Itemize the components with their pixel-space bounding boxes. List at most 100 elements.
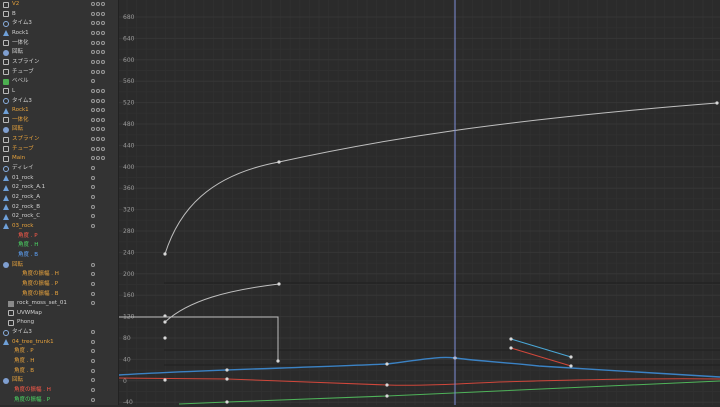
layer-dot-icon[interactable] <box>91 88 95 93</box>
visibility-toggles[interactable] <box>91 88 105 93</box>
visibility-toggles[interactable] <box>91 2 105 6</box>
eye-icon[interactable] <box>96 137 100 142</box>
layer-dot-icon[interactable] <box>91 127 95 132</box>
tree-row[interactable]: 02_rock_A <box>0 193 118 202</box>
visibility-toggles[interactable] <box>91 291 95 296</box>
layer-dot-icon[interactable] <box>91 339 95 344</box>
layer-dot-icon[interactable] <box>91 388 95 392</box>
layer-dot-icon[interactable] <box>91 156 95 161</box>
layer-dot-icon[interactable] <box>91 69 95 74</box>
tree-row[interactable]: B <box>0 10 118 19</box>
eye-icon[interactable] <box>96 2 100 6</box>
tree-row[interactable]: 角度 . P <box>0 232 118 241</box>
curve-canvas[interactable]: 6806406005605204804404003603202802402001… <box>118 0 720 406</box>
check-icon[interactable] <box>101 69 105 74</box>
layer-dot-icon[interactable] <box>91 98 95 103</box>
visibility-toggles[interactable] <box>91 185 95 190</box>
visibility-toggles[interactable] <box>91 79 95 84</box>
keyframe-point[interactable] <box>276 359 280 363</box>
visibility-toggles[interactable] <box>91 146 105 151</box>
tree-row[interactable]: ベベル <box>0 77 118 86</box>
layer-dot-icon[interactable] <box>91 59 95 64</box>
tree-row[interactable]: Rock1 <box>0 29 118 38</box>
layer-dot-icon[interactable] <box>91 368 95 373</box>
tree-row[interactable]: スプライン <box>0 135 118 144</box>
visibility-toggles[interactable] <box>91 98 105 103</box>
visibility-toggles[interactable] <box>91 397 95 402</box>
eye-icon[interactable] <box>96 21 100 26</box>
check-icon[interactable] <box>101 127 105 132</box>
visibility-toggles[interactable] <box>91 378 95 383</box>
check-icon[interactable] <box>101 2 105 6</box>
visibility-toggles[interactable] <box>91 69 105 74</box>
check-icon[interactable] <box>101 146 105 151</box>
visibility-toggles[interactable] <box>91 175 95 180</box>
keyframe-point[interactable] <box>385 383 389 387</box>
layer-dot-icon[interactable] <box>91 262 95 267</box>
tree-row[interactable]: タイム3 <box>0 97 118 106</box>
layer-dot-icon[interactable] <box>91 79 95 84</box>
tree-row[interactable]: 角度 . H <box>0 241 118 250</box>
keyframe-point[interactable] <box>163 252 167 256</box>
visibility-toggles[interactable] <box>91 30 105 35</box>
visibility-toggles[interactable] <box>91 40 105 45</box>
layer-dot-icon[interactable] <box>91 281 95 286</box>
layer-dot-icon[interactable] <box>91 21 95 26</box>
tree-row[interactable]: 一体化 <box>0 39 118 48</box>
visibility-toggles[interactable] <box>91 223 95 228</box>
layer-dot-icon[interactable] <box>91 204 95 209</box>
keyframe-point[interactable] <box>385 394 389 398</box>
tree-row[interactable]: Main <box>0 154 118 163</box>
layer-dot-icon[interactable] <box>91 397 95 402</box>
tree-row[interactable]: 角度の振幅 . P <box>0 396 118 405</box>
layer-dot-icon[interactable] <box>91 330 95 335</box>
visibility-toggles[interactable] <box>91 272 95 277</box>
tree-row[interactable]: 角度 . B <box>0 367 118 376</box>
tree-row[interactable]: 回転 <box>0 261 118 270</box>
check-icon[interactable] <box>101 21 105 26</box>
check-icon[interactable] <box>101 11 105 16</box>
tree-row[interactable]: L <box>0 87 118 96</box>
tree-row[interactable]: 回転 <box>0 376 118 385</box>
tree-row[interactable]: 角度 . H <box>0 357 118 366</box>
visibility-toggles[interactable] <box>91 117 105 122</box>
eye-icon[interactable] <box>96 108 100 113</box>
visibility-toggles[interactable] <box>91 11 105 16</box>
visibility-toggles[interactable] <box>91 195 95 199</box>
layer-dot-icon[interactable] <box>91 2 95 6</box>
keyframe-point[interactable] <box>163 336 167 340</box>
visibility-toggles[interactable] <box>91 127 105 132</box>
tree-row[interactable]: 02_rock_C <box>0 212 118 221</box>
keyframe-point[interactable] <box>569 364 573 368</box>
layer-dot-icon[interactable] <box>91 175 95 180</box>
keyframe-point[interactable] <box>509 337 513 341</box>
visibility-toggles[interactable] <box>91 204 95 209</box>
check-icon[interactable] <box>101 137 105 142</box>
eye-icon[interactable] <box>96 88 100 93</box>
visibility-toggles[interactable] <box>91 108 105 113</box>
keyframe-point[interactable] <box>569 355 573 359</box>
layer-dot-icon[interactable] <box>91 146 95 151</box>
tree-row[interactable]: タイム3 <box>0 328 118 337</box>
check-icon[interactable] <box>101 40 105 45</box>
keyframe-point[interactable] <box>715 101 719 105</box>
eye-icon[interactable] <box>96 50 100 55</box>
visibility-toggles[interactable] <box>91 330 95 335</box>
tree-row[interactable]: 02_rock_A.1 <box>0 183 118 192</box>
tree-row[interactable]: チューブ <box>0 68 118 77</box>
check-icon[interactable] <box>101 156 105 161</box>
eye-icon[interactable] <box>96 40 100 45</box>
layer-dot-icon[interactable] <box>91 30 95 35</box>
visibility-toggles[interactable] <box>91 281 95 286</box>
keyframe-point[interactable] <box>225 400 229 404</box>
keyframe-point[interactable] <box>509 346 513 350</box>
keyframe-point[interactable] <box>163 320 167 324</box>
layer-dot-icon[interactable] <box>91 40 95 45</box>
tree-row[interactable]: チューブ <box>0 145 118 154</box>
tree-row[interactable]: 01_rock <box>0 174 118 183</box>
keyframe-point[interactable] <box>385 362 389 366</box>
layer-dot-icon[interactable] <box>91 223 95 228</box>
keyframe-point[interactable] <box>225 377 229 381</box>
tree-row[interactable]: 角度 . B <box>0 251 118 260</box>
check-icon[interactable] <box>101 98 105 103</box>
